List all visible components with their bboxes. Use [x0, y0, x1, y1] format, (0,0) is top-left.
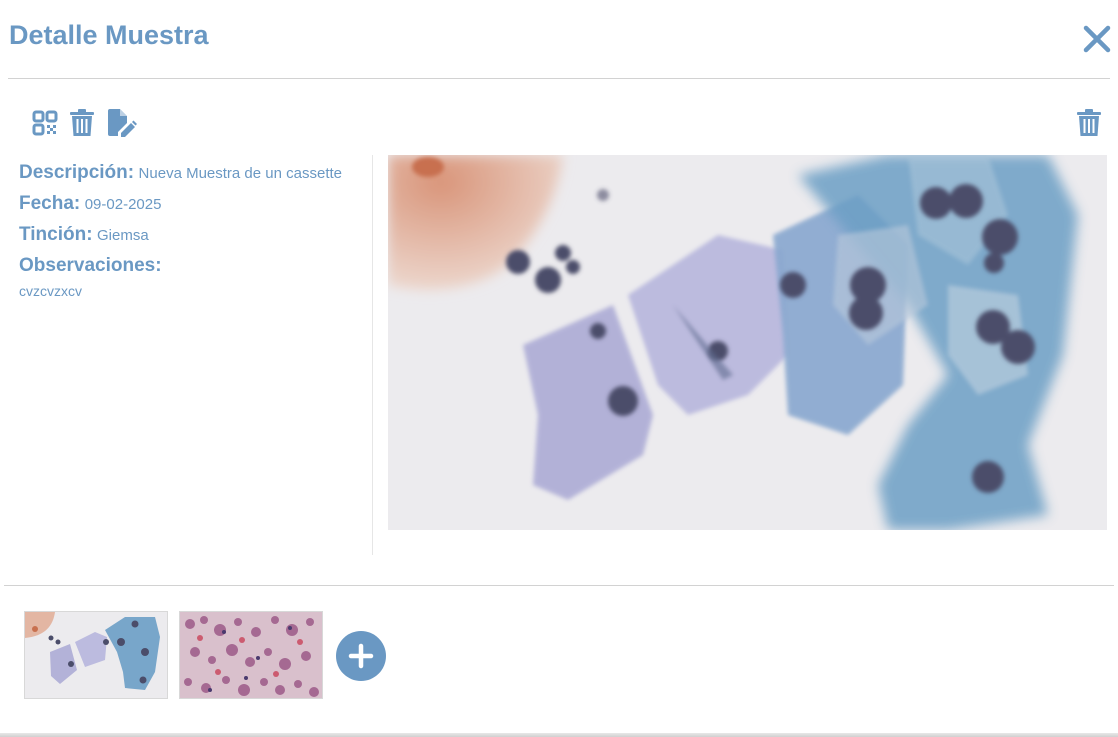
close-icon: [1083, 25, 1111, 53]
delete-image-button[interactable]: [1076, 109, 1102, 136]
observaciones-label: Observaciones:: [19, 255, 162, 276]
close-button[interactable]: [1082, 24, 1112, 54]
delete-sample-button[interactable]: [69, 109, 95, 136]
fecha-row: Fecha: 09-02-2025: [19, 189, 349, 220]
panel-divider: [372, 155, 373, 555]
qr-code-icon: [32, 110, 58, 136]
tincion-value: Giemsa: [97, 227, 149, 244]
descripcion-label: Descripción:: [19, 162, 135, 183]
thumbnail-1[interactable]: [24, 611, 168, 699]
thumbnail-image: [180, 612, 322, 698]
modal-bottom-edge: [0, 733, 1118, 737]
fecha-value: 09-02-2025: [84, 196, 162, 213]
observaciones-row: Observaciones:: [19, 251, 349, 282]
edit-sample-button[interactable]: [107, 109, 137, 137]
main-sample-image: [388, 155, 1107, 530]
descripcion-value: Nueva Muestra de un cassette: [138, 165, 342, 182]
gallery-divider: [4, 585, 1114, 586]
header-divider: [8, 78, 1110, 79]
sample-detail-modal: Detalle Muestra Descripción: Nueva Muest…: [0, 0, 1118, 737]
descripcion-row: Descripción: Nueva Muestra de un cassett…: [19, 158, 349, 189]
add-image-button[interactable]: [336, 631, 386, 681]
trash-icon: [1077, 109, 1101, 136]
thumbnail-image: [25, 612, 167, 698]
edit-document-icon: [108, 109, 137, 137]
trash-icon: [70, 109, 94, 136]
tincion-row: Tinción: Giemsa: [19, 220, 349, 251]
qr-code-button[interactable]: [32, 110, 58, 136]
fecha-label: Fecha:: [19, 193, 81, 214]
observaciones-value: cvzcvzxcv: [19, 283, 82, 299]
tincion-label: Tinción:: [19, 224, 93, 245]
modal-title: Detalle Muestra: [9, 20, 209, 50]
cytology-image: [388, 155, 1107, 530]
plus-icon: [348, 643, 374, 669]
sample-details: Descripción: Nueva Muestra de un cassett…: [19, 158, 349, 300]
thumbnail-2[interactable]: [179, 611, 323, 699]
